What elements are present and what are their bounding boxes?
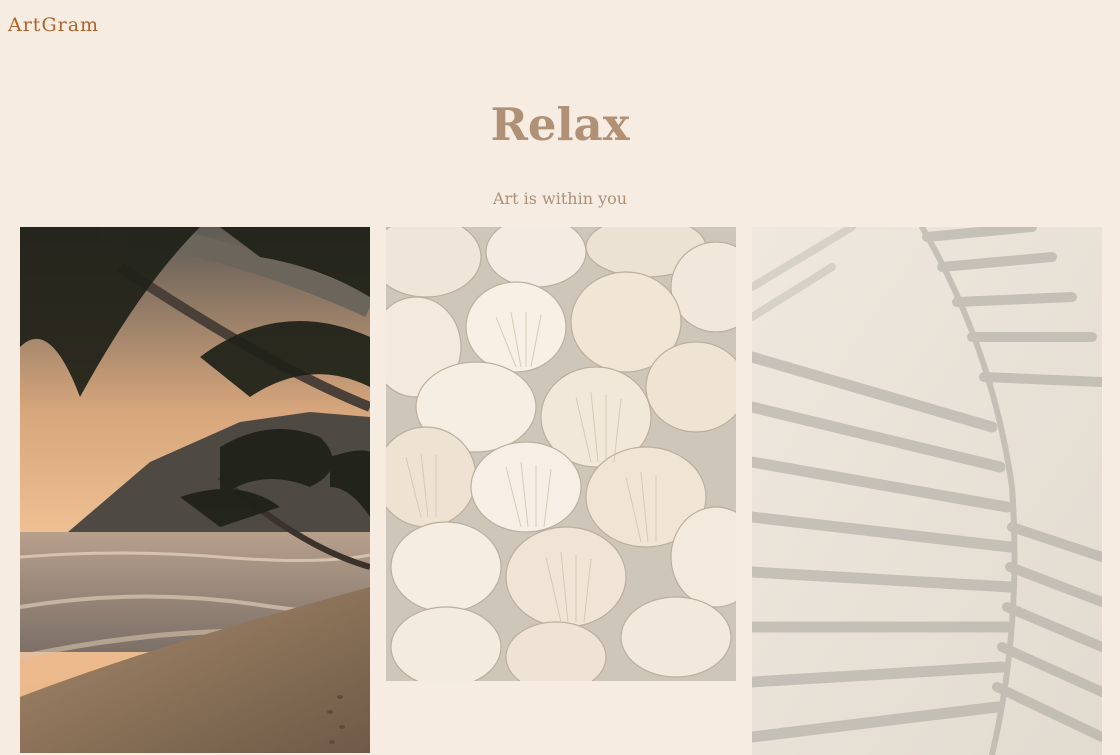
brand-logo[interactable]: ArtGram	[8, 14, 99, 36]
gallery-image-beach[interactable]	[20, 227, 370, 753]
seashells-photo	[386, 227, 736, 681]
gallery-image-shells[interactable]	[386, 227, 736, 681]
gallery-image-shadow[interactable]	[752, 227, 1102, 755]
hero-subtitle: Art is within you	[492, 189, 628, 208]
palm-shadow-photo	[752, 227, 1102, 755]
hero-title: Relax	[490, 98, 630, 151]
beach-palms-photo	[20, 227, 370, 753]
